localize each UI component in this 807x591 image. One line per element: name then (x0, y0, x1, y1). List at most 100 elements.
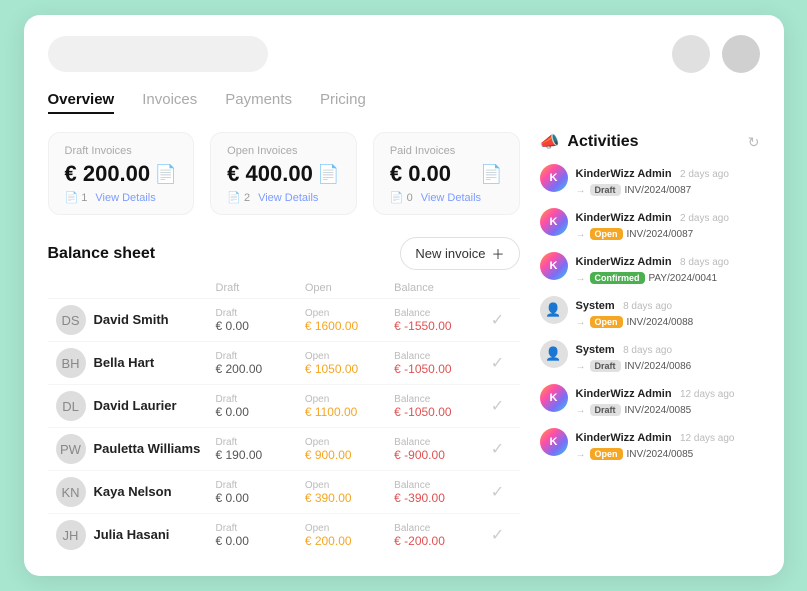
stat-link-paid[interactable]: View Details (421, 192, 481, 204)
stat-count-paid: 📄 0 (390, 191, 413, 204)
activity-user: KinderWizz Admin (576, 388, 672, 400)
activity-body: System 8 days ago → Open INV/2024/0088 (576, 296, 760, 328)
open-label: Open (305, 437, 394, 448)
activity-user: KinderWizz Admin (576, 168, 672, 180)
tab-overview[interactable]: Overview (48, 91, 115, 114)
activity-item: K KinderWizz Admin 8 days ago → Confirme… (540, 252, 760, 284)
draft-value: € 0.00 (216, 534, 305, 548)
balance-amount: Balance € -900.00 (394, 437, 483, 462)
topbar-avatar-2[interactable] (722, 35, 760, 73)
topbar (48, 35, 760, 73)
balance-value: € -1050.00 (394, 405, 483, 419)
balance-value: € -1550.00 (394, 319, 483, 333)
balance-amount: Balance € -200.00 (394, 523, 483, 548)
activity-invoice: INV/2024/0086 (625, 361, 692, 372)
person-cell: JH Julia Hasani (56, 520, 216, 550)
activity-item: K KinderWizz Admin 2 days ago → Open INV… (540, 208, 760, 240)
expand-row-button[interactable]: ✓ (484, 525, 512, 545)
open-label: Open (305, 523, 394, 534)
sys-avatar: 👤 (540, 340, 568, 368)
topbar-avatar-1[interactable] (672, 35, 710, 73)
activity-time: 12 days ago (680, 433, 735, 444)
activity-detail: → Confirmed PAY/2024/0041 (576, 272, 760, 284)
activity-user: KinderWizz Admin (576, 212, 672, 224)
tab-payments[interactable]: Payments (225, 91, 292, 114)
activity-body: System 8 days ago → Draft INV/2024/0086 (576, 340, 760, 372)
arrow-icon: → (576, 229, 586, 240)
expand-row-button[interactable]: ✓ (484, 396, 512, 416)
arrow-icon: → (576, 185, 586, 196)
paid-invoice-icon: 📄 (480, 164, 502, 185)
table-row: JH Julia Hasani Draft € 0.00 Open € 200.… (48, 513, 520, 556)
table-row: DS David Smith Draft € 0.00 Open € 1600.… (48, 298, 520, 341)
draft-label: Draft (216, 351, 305, 362)
activity-user: KinderWizz Admin (576, 256, 672, 268)
activity-invoice: PAY/2024/0041 (649, 273, 718, 284)
activity-item: 👤 System 8 days ago → Draft INV/2024/008… (540, 340, 760, 372)
sys-avatar: 👤 (540, 296, 568, 324)
open-amount: Open € 390.00 (305, 480, 394, 505)
activity-body: KinderWizz Admin 2 days ago → Open INV/2… (576, 208, 760, 240)
draft-label: Draft (216, 437, 305, 448)
draft-invoice-icon: 📄 (155, 164, 177, 185)
activity-detail: → Open INV/2024/0088 (576, 316, 760, 328)
open-value: € 1100.00 (305, 405, 394, 419)
open-amount: Open € 200.00 (305, 523, 394, 548)
table-row: KN Kaya Nelson Draft € 0.00 Open € 390.0… (48, 470, 520, 513)
stat-count-open: 📄 2 (227, 191, 250, 204)
draft-label: Draft (216, 394, 305, 405)
draft-value: € 0.00 (216, 491, 305, 505)
stat-card-paid: Paid Invoices € 0.00 📄 📄 0 View Details (373, 132, 520, 215)
open-amount: Open € 1600.00 (305, 308, 394, 333)
stat-card-draft: Draft Invoices € 200.00 📄 📄 1 View Detai… (48, 132, 195, 215)
status-badge: Confirmed (590, 272, 645, 284)
activity-user: System (576, 300, 615, 312)
new-invoice-button[interactable]: New invoice ＋ (400, 237, 519, 270)
open-value: € 390.00 (305, 491, 394, 505)
open-invoice-icon: 📄 (317, 164, 339, 185)
stat-label-paid: Paid Invoices (390, 145, 503, 157)
table-row: PW Pauletta Williams Draft € 190.00 Open… (48, 427, 520, 470)
open-value: € 1050.00 (305, 362, 394, 376)
open-amount: Open € 1050.00 (305, 351, 394, 376)
expand-row-button[interactable]: ✓ (484, 482, 512, 502)
open-amount: Open € 900.00 (305, 437, 394, 462)
status-badge: Draft (590, 184, 621, 196)
kw-avatar: K (540, 208, 568, 236)
draft-label: Draft (216, 480, 305, 491)
activity-invoice: INV/2024/0087 (625, 185, 692, 196)
avatar: JH (56, 520, 86, 550)
expand-row-button[interactable]: ✓ (484, 439, 512, 459)
status-badge: Open (590, 448, 623, 460)
tab-pricing[interactable]: Pricing (320, 91, 366, 114)
stat-link-open[interactable]: View Details (258, 192, 318, 204)
balance-amount: Balance € -1550.00 (394, 308, 483, 333)
search-bar[interactable] (48, 36, 268, 72)
tab-invoices[interactable]: Invoices (142, 91, 197, 114)
activity-body: KinderWizz Admin 2 days ago → Draft INV/… (576, 164, 760, 196)
expand-row-button[interactable]: ✓ (484, 353, 512, 373)
stat-link-draft[interactable]: View Details (95, 192, 155, 204)
open-label: Open (305, 480, 394, 491)
kw-avatar: K (540, 252, 568, 280)
person-cell: DS David Smith (56, 305, 216, 335)
draft-amount: Draft € 0.00 (216, 480, 305, 505)
col-header-name (56, 282, 216, 294)
person-cell: KN Kaya Nelson (56, 477, 216, 507)
avatar: BH (56, 348, 86, 378)
balance-value: € -1050.00 (394, 362, 483, 376)
avatar: DS (56, 305, 86, 335)
col-header-action (484, 282, 512, 294)
balance-sheet-header: Balance sheet New invoice ＋ (48, 237, 520, 270)
right-panel: 📣 Activities ↻ K KinderWizz Admin 2 days… (540, 132, 760, 556)
activity-invoice: INV/2024/0087 (627, 229, 694, 240)
main-layout: Draft Invoices € 200.00 📄 📄 1 View Detai… (48, 132, 760, 556)
draft-label: Draft (216, 523, 305, 534)
activity-invoice: INV/2024/0085 (625, 405, 692, 416)
balance-sheet-rows: DS David Smith Draft € 0.00 Open € 1600.… (48, 298, 520, 556)
table-row: BH Bella Hart Draft € 200.00 Open € 1050… (48, 341, 520, 384)
expand-row-button[interactable]: ✓ (484, 310, 512, 330)
refresh-icon[interactable]: ↻ (748, 134, 760, 151)
arrow-icon: → (576, 449, 586, 460)
avatar: DL (56, 391, 86, 421)
